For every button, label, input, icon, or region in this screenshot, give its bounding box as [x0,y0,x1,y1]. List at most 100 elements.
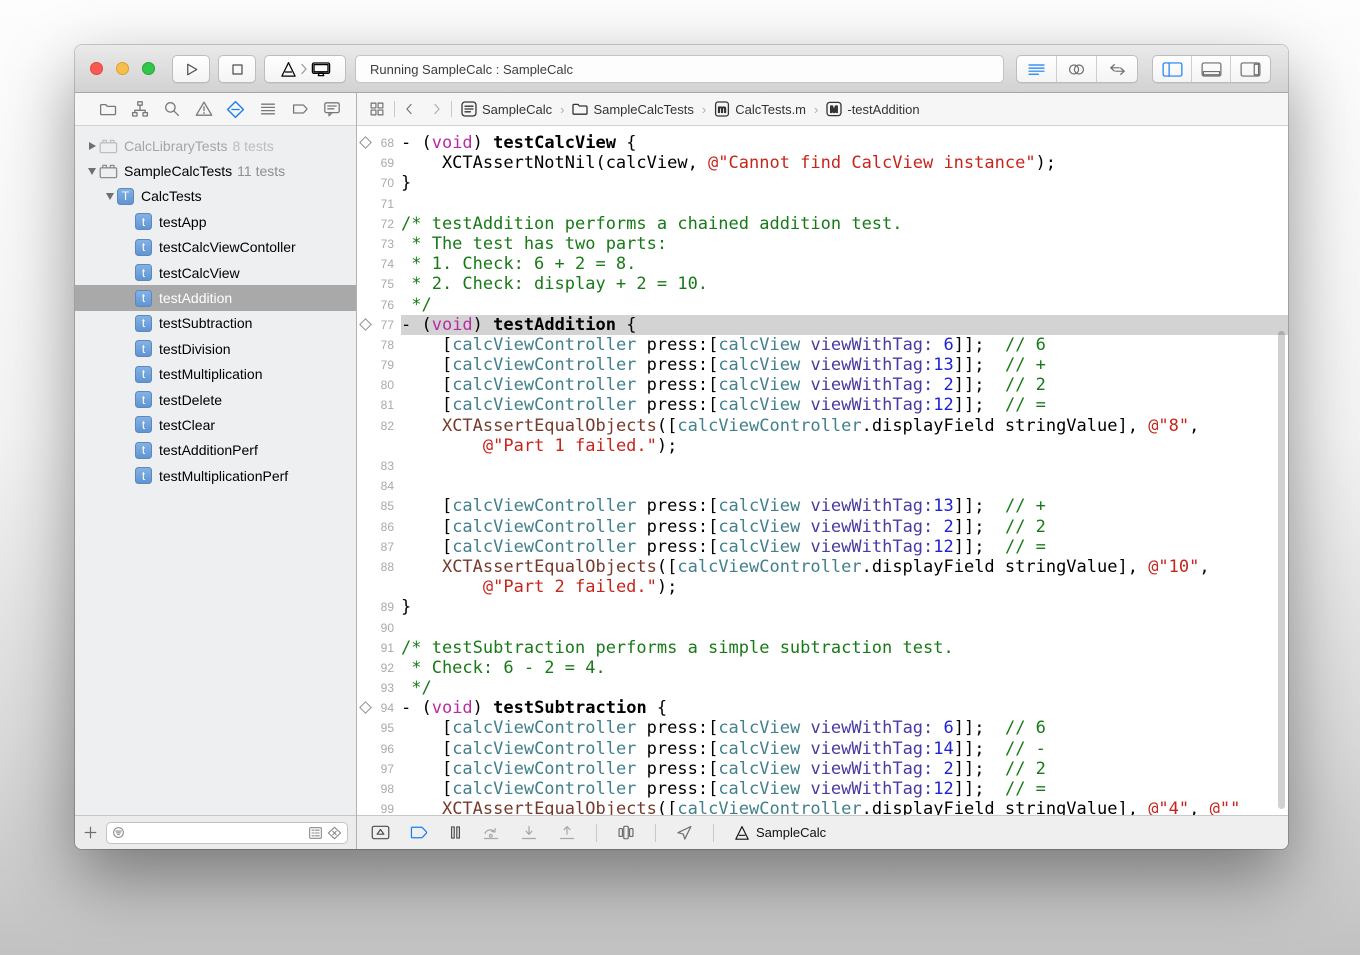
code-line[interactable]: 74 * 1. Check: 6 + 2 = 8. [357,254,1288,274]
code-segment: ]]; [954,395,1005,415]
code-line[interactable]: 84 [357,476,1288,496]
add-test-target-button[interactable] [83,825,98,840]
test-navigator-icon[interactable] [226,100,245,119]
go-back-button[interactable] [404,102,414,116]
code-line[interactable]: @"Part 1 failed."); [357,436,1288,456]
code-line[interactable]: 72/* testAddition performs a chained add… [357,214,1288,234]
code-line[interactable]: @"Part 2 failed."); [357,577,1288,597]
run-button[interactable] [172,55,210,83]
test-list-item[interactable]: CalcLibraryTests8 tests [75,133,356,158]
code-line[interactable]: 71 [357,194,1288,214]
code-line[interactable]: 80 [calcViewController press:[calcView v… [357,375,1288,395]
test-list-item[interactable]: ttestApp [75,209,356,234]
project-navigator-icon[interactable] [98,100,117,119]
breakpoints-toggle-icon[interactable] [410,825,429,840]
code-segment: [ [401,496,452,516]
test-list-item[interactable]: TCalcTests [75,184,356,209]
debug-navigator-icon[interactable] [258,100,277,119]
source-editor[interactable]: 68- (void) testCalcView {69 XCTAssertNot… [357,126,1288,815]
breadcrumb-item[interactable]: SampleCalcTests [572,101,693,117]
code-line[interactable]: 99 XCTAssertEqualObjects([calcViewContro… [357,799,1288,815]
navigator-icon-bar [75,93,356,126]
test-list-item[interactable]: ttestDelete [75,387,356,412]
titlebar[interactable]: Running SampleCalc : SampleCalc [75,45,1288,93]
go-forward-button[interactable] [432,102,442,116]
code-line[interactable]: 92 * Check: 6 - 2 = 4. [357,658,1288,678]
filter-input[interactable] [106,822,348,844]
standard-editor-button[interactable] [1017,56,1057,82]
test-diamond-indicator[interactable] [359,701,372,714]
code-line[interactable]: 76 */ [357,295,1288,315]
test-list-item[interactable]: ttestClear [75,412,356,437]
debug-panel-button[interactable] [1192,56,1231,82]
disclosure-triangle-icon[interactable] [103,193,117,200]
code-line[interactable]: 83 [357,456,1288,476]
code-line[interactable]: 68- (void) testCalcView { [357,133,1288,153]
test-item-label: testDelete [159,392,222,408]
code-line[interactable]: 88 XCTAssertEqualObjects([calcViewContro… [357,557,1288,577]
test-diamond-indicator[interactable] [359,318,372,331]
code-line[interactable]: 77- (void) testAddition { [357,315,1288,335]
code-line[interactable]: 70} [357,173,1288,193]
search-navigator-icon[interactable] [162,100,181,119]
code-line[interactable]: 95 [calcViewController press:[calcView v… [357,718,1288,738]
code-line[interactable]: 87 [calcViewController press:[calcView v… [357,537,1288,557]
breadcrumb-item[interactable]: M-testAddition [826,101,919,117]
test-list-item[interactable]: ttestCalcView [75,260,356,285]
breadcrumb-item[interactable]: mCalcTests.m [714,101,806,117]
report-navigator-icon[interactable] [322,100,341,119]
inspector-panel-button[interactable] [1231,56,1270,82]
version-editor-button[interactable] [1097,56,1137,82]
assistant-editor-button[interactable] [1057,56,1097,82]
test-list-item[interactable]: ttestMultiplicationPerf [75,463,356,488]
symbol-navigator-icon[interactable] [130,100,149,119]
minimize-button[interactable] [116,62,129,75]
scrollbar-thumb[interactable] [1278,331,1285,809]
code-line[interactable]: 94- (void) testSubtraction { [357,698,1288,718]
breadcrumb-item[interactable]: SampleCalc [461,101,552,117]
test-list-item[interactable]: ttestAdditionPerf [75,438,356,463]
code-line[interactable]: 97 [calcViewController press:[calcView v… [357,759,1288,779]
code-line[interactable]: 85 [calcViewController press:[calcView v… [357,496,1288,516]
test-diamond-indicator[interactable] [359,136,372,149]
zoom-button[interactable] [142,62,155,75]
code-line[interactable]: 93 */ [357,678,1288,698]
code-line[interactable]: 79 [calcViewController press:[calcView v… [357,355,1288,375]
test-list-item[interactable]: ttestDivision [75,336,356,361]
code-line[interactable]: 91/* testSubtraction performs a simple s… [357,638,1288,658]
failed-tests-filter-icon[interactable] [327,826,342,840]
disclosure-triangle-icon[interactable] [85,168,99,175]
code-line[interactable]: 73 * The test has two parts: [357,234,1288,254]
code-line[interactable]: 86 [calcViewController press:[calcView v… [357,517,1288,537]
navigator-panel-button[interactable] [1153,56,1192,82]
show-test-log-icon[interactable] [308,826,323,840]
code-line[interactable]: 89} [357,597,1288,617]
related-items-icon[interactable] [369,101,385,117]
code-line[interactable]: 69 XCTAssertNotNil(calcView, @"Cannot fi… [357,153,1288,173]
test-list-item[interactable]: ttestAddition [75,285,356,310]
toggle-debug-area-icon[interactable] [371,825,390,840]
test-list-item[interactable]: ttestMultiplication [75,362,356,387]
code-line[interactable]: 75 * 2. Check: display + 2 = 10. [357,274,1288,294]
close-button[interactable] [90,62,103,75]
code-line[interactable]: 81 [calcViewController press:[calcView v… [357,395,1288,415]
scheme-selector[interactable] [264,55,346,83]
test-list-item[interactable]: ttestSubtraction [75,311,356,336]
code-line[interactable]: 82 XCTAssertEqualObjects([calcViewContro… [357,416,1288,436]
code-segment: @"8" [1148,416,1189,436]
code-line[interactable]: 78 [calcViewController press:[calcView v… [357,335,1288,355]
pause-icon[interactable] [449,825,462,840]
code-line[interactable]: 96 [calcViewController press:[calcView v… [357,739,1288,759]
simulate-location-icon[interactable] [676,825,693,840]
code-line[interactable]: 98 [calcViewController press:[calcView v… [357,779,1288,799]
stop-button[interactable] [218,55,256,83]
issue-navigator-icon[interactable] [194,100,213,119]
test-list-item[interactable]: SampleCalcTests11 tests [75,158,356,183]
code-segment: // 2 [1005,375,1046,395]
breakpoint-navigator-icon[interactable] [290,100,309,119]
code-line[interactable]: 90 [357,618,1288,638]
test-list-item[interactable]: ttestCalcViewContoller [75,235,356,260]
disclosure-triangle-icon[interactable] [85,142,99,150]
view-debugger-icon[interactable] [617,825,635,840]
code-segment: calcView [718,739,800,759]
